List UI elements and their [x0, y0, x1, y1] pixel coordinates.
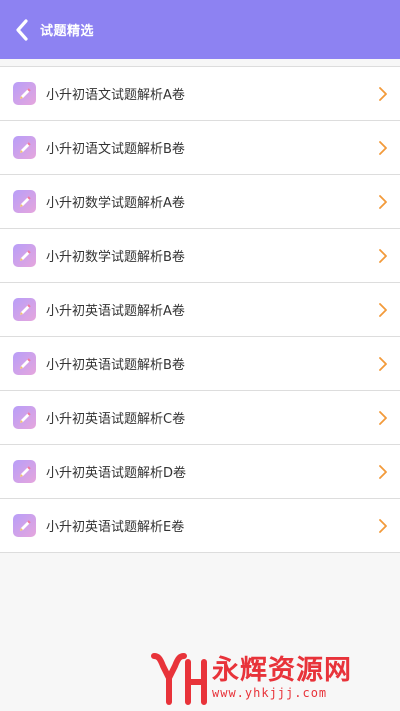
list-item[interactable]: 小升初英语试题解析C卷: [0, 391, 400, 445]
list-item-label: 小升初英语试题解析B卷: [46, 358, 185, 373]
list-item-label: 小升初英语试题解析D卷: [46, 466, 187, 481]
list-item-label: 小升初数学试题解析B卷: [46, 250, 185, 265]
pencil-icon: [13, 514, 36, 537]
yh-logo-icon: [151, 653, 207, 705]
pencil-icon: [13, 406, 36, 429]
list-item[interactable]: 小升初数学试题解析A卷: [0, 175, 400, 229]
pencil-icon: [13, 352, 36, 375]
watermark-name: 永辉资源网: [212, 655, 352, 686]
list-item[interactable]: 小升初数学试题解析B卷: [0, 229, 400, 283]
page-title: 试题精选: [40, 24, 95, 39]
chevron-right-icon: [378, 518, 388, 534]
list-item[interactable]: 小升初语文试题解析A卷: [0, 67, 400, 121]
back-button[interactable]: [0, 0, 40, 59]
watermark: 永辉资源网 www.yhkjjj.com: [150, 648, 352, 708]
list-item[interactable]: 小升初英语试题解析E卷: [0, 499, 400, 553]
list-item[interactable]: 小升初英语试题解析A卷: [0, 283, 400, 337]
list-item[interactable]: 小升初英语试题解析D卷: [0, 445, 400, 499]
pencil-icon: [13, 460, 36, 483]
list-item-label: 小升初语文试题解析B卷: [46, 142, 185, 157]
watermark-url: www.yhkjjj.com: [212, 686, 328, 700]
pencil-icon: [13, 136, 36, 159]
chevron-right-icon: [378, 140, 388, 156]
list-item-label: 小升初英语试题解析A卷: [46, 304, 185, 319]
list-item[interactable]: 小升初语文试题解析B卷: [0, 121, 400, 175]
pencil-icon: [13, 82, 36, 105]
list-item-label: 小升初英语试题解析E卷: [46, 520, 185, 535]
chevron-right-icon: [378, 302, 388, 318]
exam-list: 小升初语文试题解析A卷 小升初语文试题解析B卷 小升初数学试题解析A卷 小升初数…: [0, 66, 400, 553]
list-item-label: 小升初语文试题解析A卷: [46, 88, 185, 103]
chevron-right-icon: [378, 194, 388, 210]
list-item[interactable]: 小升初英语试题解析B卷: [0, 337, 400, 391]
chevron-right-icon: [378, 464, 388, 480]
pencil-icon: [13, 244, 36, 267]
chevron-right-icon: [378, 410, 388, 426]
pencil-icon: [13, 298, 36, 321]
pencil-icon: [13, 190, 36, 213]
list-item-label: 小升初英语试题解析C卷: [46, 412, 186, 427]
chevron-right-icon: [378, 248, 388, 264]
top-bar: 试题精选: [0, 0, 400, 59]
chevron-right-icon: [378, 356, 388, 372]
chevron-right-icon: [378, 86, 388, 102]
list-item-label: 小升初数学试题解析A卷: [46, 196, 185, 211]
chevron-left-icon: [16, 18, 28, 41]
